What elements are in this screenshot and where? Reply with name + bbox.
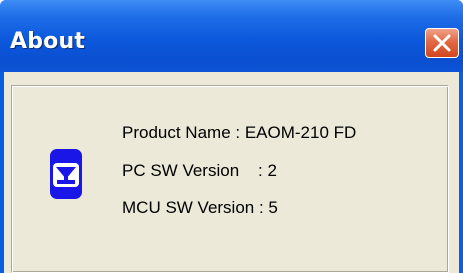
close-button[interactable] (425, 28, 459, 58)
mcu-sw-version-text: MCU SW Version : 5 (122, 198, 278, 217)
dialog-body: Product Name : EAOM-210 FD PC SW Version… (4, 72, 459, 273)
pc-sw-version-text: PC SW Version : 2 (122, 161, 277, 180)
product-name-text: Product Name : EAOM-210 FD (122, 123, 357, 142)
product-logo-icon (50, 149, 82, 199)
about-dialog: About Product Name : EAOM-210 FD PC SW V… (0, 0, 463, 273)
window-title: About (10, 29, 86, 54)
title-bar[interactable]: About (0, 0, 463, 72)
close-icon (433, 34, 451, 52)
